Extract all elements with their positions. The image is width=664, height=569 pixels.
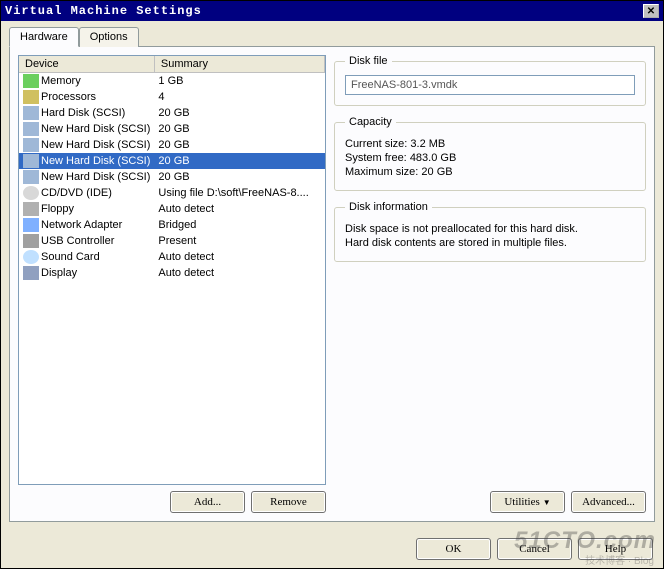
window-body: Hardware Options Device Summary Memory 1 …	[1, 21, 663, 530]
device-summary: Present	[154, 233, 324, 249]
disk-file-group: Disk file FreeNAS-801-3.vmdk	[334, 55, 646, 106]
device-summary: Using file D:\soft\FreeNAS-8....	[154, 185, 324, 201]
disk-info-line2: Hard disk contents are stored in multipl…	[345, 237, 635, 249]
device-name: Display	[41, 267, 77, 279]
table-row[interactable]: New Hard Disk (SCSI) 20 GB	[19, 121, 325, 137]
current-size: Current size: 3.2 MB	[345, 138, 635, 150]
disk-info-line1: Disk space is not preallocated for this …	[345, 223, 635, 235]
disk-information-group: Disk information Disk space is not preal…	[334, 201, 646, 262]
tab-page-hardware: Device Summary Memory1 GBProcessors4Hard…	[9, 46, 655, 522]
device-name: Floppy	[41, 203, 74, 215]
add-button[interactable]: Add...	[170, 491, 245, 513]
device-name: New Hard Disk (SCSI)	[41, 171, 150, 183]
device-summary: Bridged	[154, 217, 324, 233]
network-icon	[23, 218, 39, 232]
left-pane: Device Summary Memory1 GBProcessors4Hard…	[18, 55, 326, 513]
sound-icon	[23, 250, 39, 264]
device-summary: Auto detect	[154, 201, 324, 217]
device-name: New Hard Disk (SCSI)	[41, 123, 150, 135]
ok-button[interactable]: OK	[416, 538, 491, 560]
harddisk-icon	[23, 138, 39, 152]
window-title: Virtual Machine Settings	[5, 4, 643, 18]
disk-info-legend: Disk information	[345, 201, 432, 213]
harddisk-icon	[23, 154, 39, 168]
maximum-size: Maximum size: 20 GB	[345, 166, 635, 178]
titlebar: Virtual Machine Settings ✕	[1, 1, 663, 21]
device-name: New Hard Disk (SCSI)	[41, 155, 150, 167]
col-summary[interactable]: Summary	[154, 56, 324, 73]
device-name: USB Controller	[41, 235, 114, 247]
usb-icon	[23, 234, 39, 248]
floppy-icon	[23, 202, 39, 216]
device-summary: 20 GB	[154, 153, 324, 169]
table-row[interactable]: Display Auto detect	[19, 265, 325, 281]
tab-hardware[interactable]: Hardware	[9, 27, 79, 47]
device-summary: Auto detect	[154, 249, 324, 265]
table-row[interactable]: USB Controller Present	[19, 233, 325, 249]
device-summary: 20 GB	[154, 169, 324, 185]
table-row[interactable]: Floppy Auto detect	[19, 201, 325, 217]
disk-file-field: FreeNAS-801-3.vmdk	[345, 75, 635, 95]
device-summary: 4	[154, 89, 324, 105]
device-name: New Hard Disk (SCSI)	[41, 139, 150, 151]
cpu-icon	[23, 90, 39, 104]
cancel-button[interactable]: Cancel	[497, 538, 572, 560]
harddisk-icon	[23, 122, 39, 136]
remove-button[interactable]: Remove	[251, 491, 326, 513]
table-row[interactable]: New Hard Disk (SCSI) 20 GB	[19, 169, 325, 185]
harddisk-icon	[23, 106, 39, 120]
right-pane: Disk file FreeNAS-801-3.vmdk Capacity Cu…	[334, 55, 646, 513]
device-summary: 20 GB	[154, 105, 324, 121]
capacity-group: Capacity Current size: 3.2 MB System fre…	[334, 116, 646, 191]
device-summary: 1 GB	[154, 73, 324, 90]
close-button[interactable]: ✕	[643, 4, 659, 18]
capacity-legend: Capacity	[345, 116, 396, 128]
device-name: Network Adapter	[41, 219, 122, 231]
table-row[interactable]: Network Adapter Bridged	[19, 217, 325, 233]
dialog-buttons: OK Cancel Help	[1, 530, 663, 568]
table-row[interactable]: New Hard Disk (SCSI) 20 GB	[19, 153, 325, 169]
table-row[interactable]: Memory 1 GB	[19, 73, 325, 90]
display-icon	[23, 266, 39, 280]
advanced-button[interactable]: Advanced...	[571, 491, 646, 513]
system-free: System free: 483.0 GB	[345, 152, 635, 164]
tab-options[interactable]: Options	[79, 27, 139, 47]
device-name: Processors	[41, 91, 96, 103]
table-row[interactable]: New Hard Disk (SCSI) 20 GB	[19, 137, 325, 153]
device-name: CD/DVD (IDE)	[41, 187, 112, 199]
chevron-down-icon: ▼	[543, 498, 551, 507]
device-name: Memory	[41, 75, 81, 87]
harddisk-icon	[23, 170, 39, 184]
vm-settings-window: Virtual Machine Settings ✕ Hardware Opti…	[0, 0, 664, 569]
table-row[interactable]: Sound Card Auto detect	[19, 249, 325, 265]
utilities-button[interactable]: Utilities▼	[490, 491, 565, 513]
table-row[interactable]: Processors 4	[19, 89, 325, 105]
cd-icon	[23, 186, 39, 200]
col-device[interactable]: Device	[19, 56, 154, 73]
table-row[interactable]: CD/DVD (IDE) Using file D:\soft\FreeNAS-8…	[19, 185, 325, 201]
device-summary: 20 GB	[154, 121, 324, 137]
device-summary: Auto detect	[154, 265, 324, 281]
disk-file-legend: Disk file	[345, 55, 392, 67]
device-name: Hard Disk (SCSI)	[41, 107, 125, 119]
device-name: Sound Card	[41, 251, 100, 263]
device-summary: 20 GB	[154, 137, 324, 153]
device-list[interactable]: Device Summary Memory1 GBProcessors4Hard…	[18, 55, 326, 485]
help-button[interactable]: Help	[578, 538, 653, 560]
memory-icon	[23, 74, 39, 88]
tabs: Hardware Options	[9, 27, 655, 47]
table-row[interactable]: Hard Disk (SCSI) 20 GB	[19, 105, 325, 121]
